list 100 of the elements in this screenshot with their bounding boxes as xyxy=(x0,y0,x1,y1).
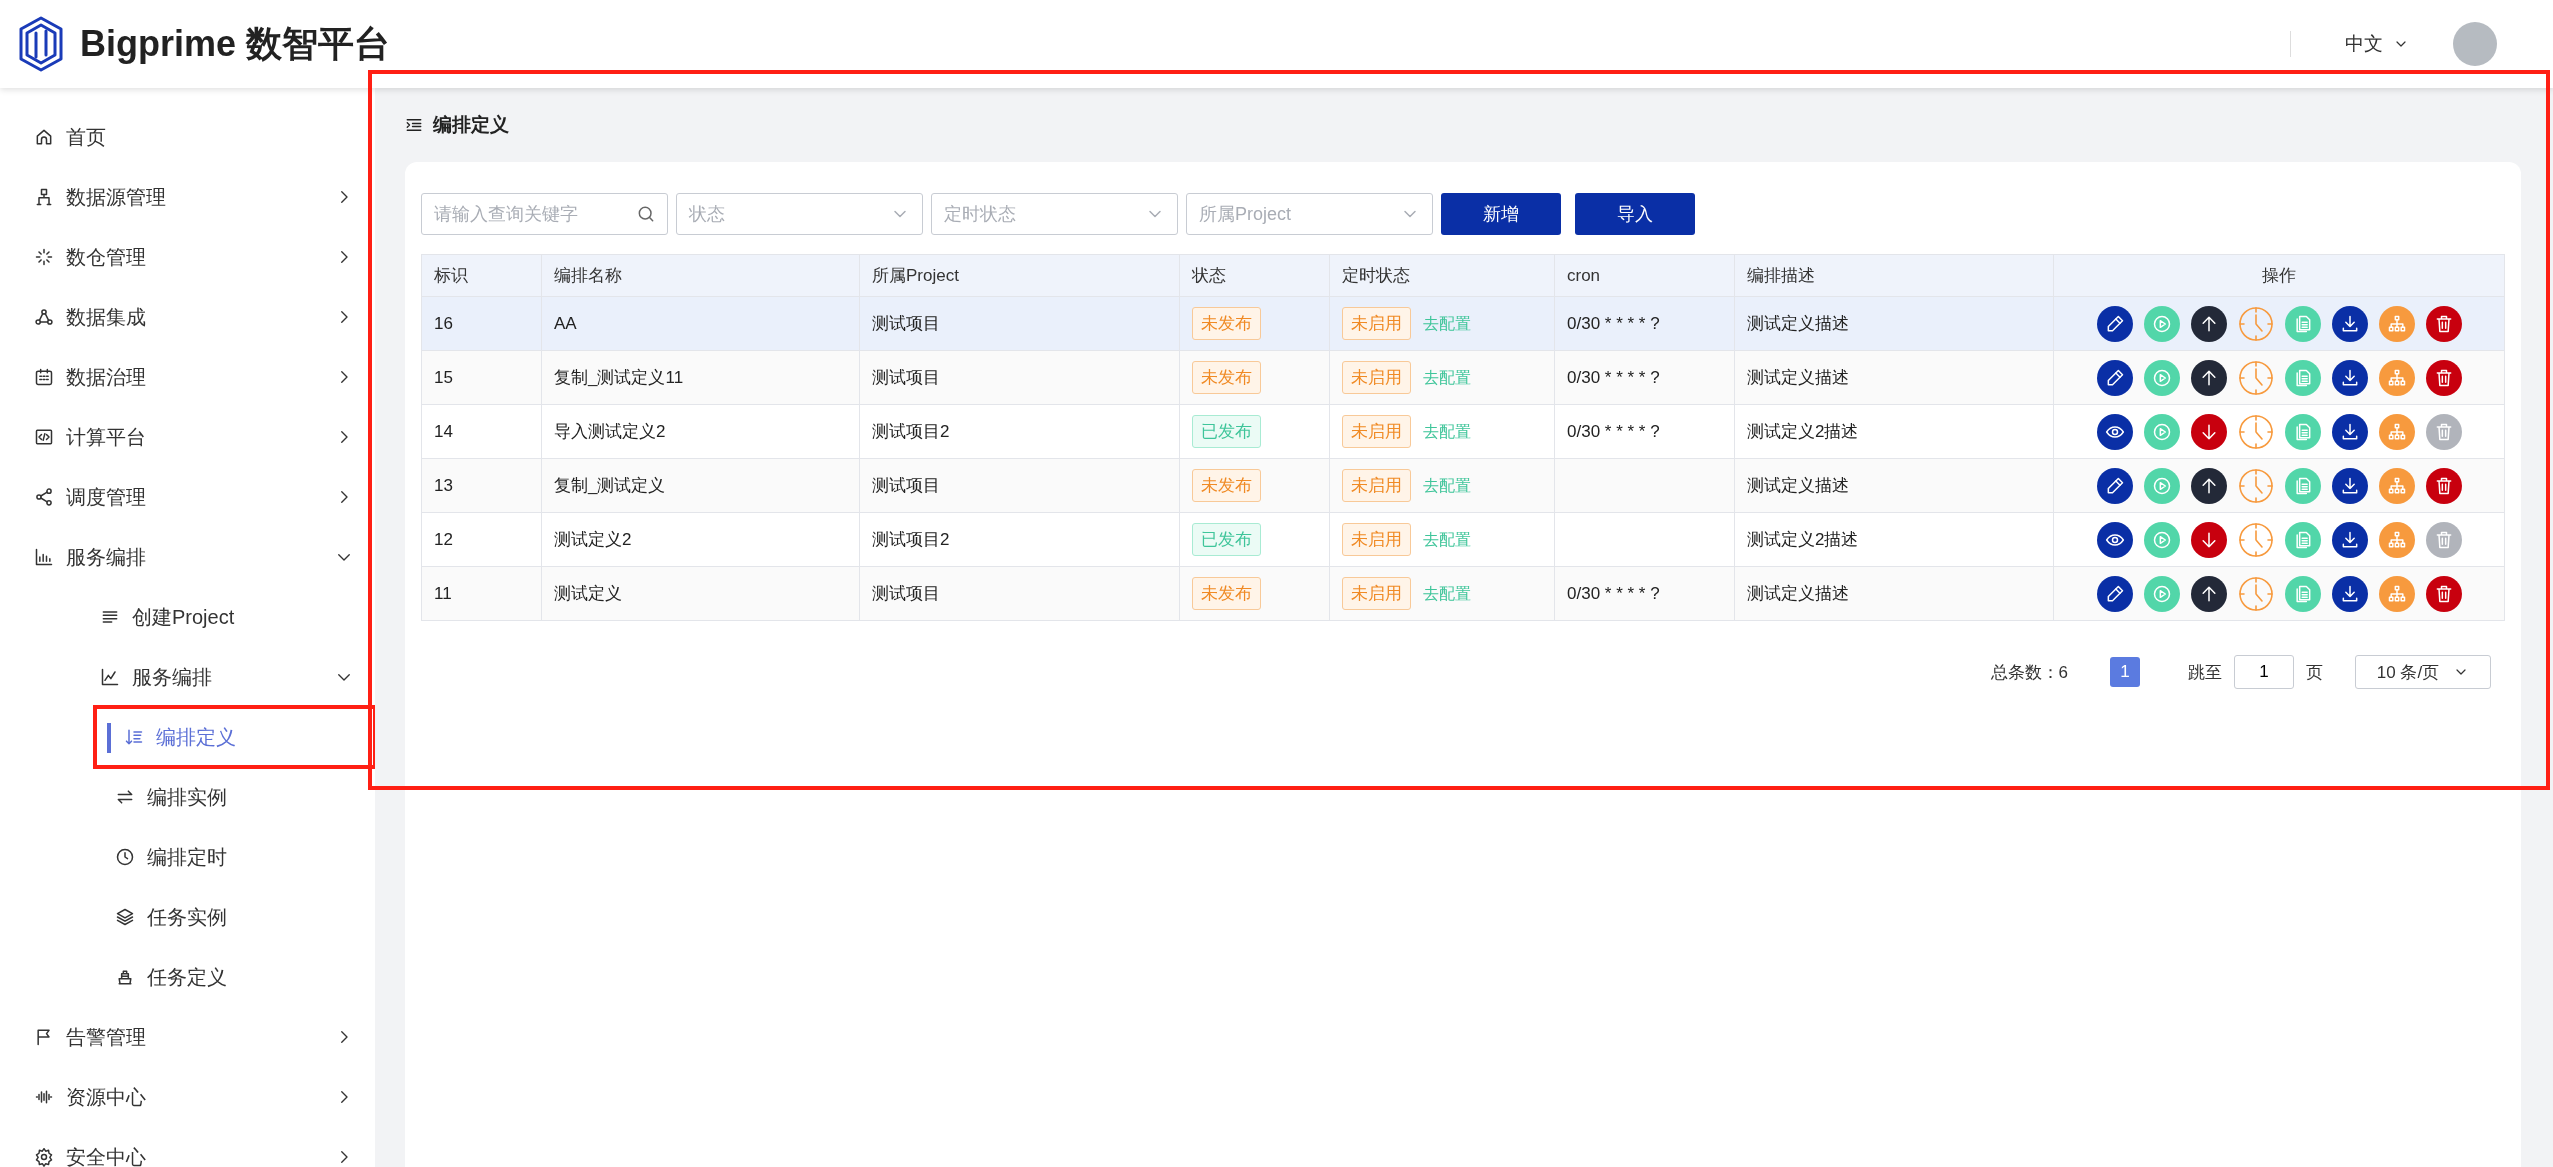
run-button[interactable] xyxy=(2143,467,2180,504)
delete-button[interactable] xyxy=(2425,305,2462,342)
lineage-button[interactable] xyxy=(2378,359,2415,396)
schedule-button[interactable] xyxy=(2237,521,2274,558)
menu-item[interactable]: 创建Project xyxy=(0,587,375,647)
status-tag: 未发布 xyxy=(1192,577,1261,610)
share-icon xyxy=(34,487,54,507)
table-cell: 测试定义2 xyxy=(541,512,860,567)
menu-item[interactable]: 任务实例 xyxy=(0,887,375,947)
menu-item[interactable]: 计算平台 xyxy=(0,407,375,467)
menu-item[interactable]: 编排实例 xyxy=(0,767,375,827)
hierarchy-icon xyxy=(2386,529,2407,550)
edit-button[interactable] xyxy=(2096,305,2133,342)
page-title: 编排定义 xyxy=(433,113,509,137)
table-cell: 测试项目 xyxy=(859,350,1180,405)
copy-button[interactable] xyxy=(2284,521,2321,558)
lineage-button[interactable] xyxy=(2378,413,2415,450)
play-icon xyxy=(2151,475,2172,496)
menu-item[interactable]: 服务编排 xyxy=(0,647,375,707)
menu-item[interactable]: 告警管理 xyxy=(0,1007,375,1067)
table-cell: 12 xyxy=(421,512,542,567)
page-input[interactable]: 1 xyxy=(2234,655,2294,689)
table-cell: 11 xyxy=(421,566,542,621)
page-unit-label: 页 xyxy=(2306,661,2323,684)
play-icon xyxy=(2151,529,2172,550)
copy-button[interactable] xyxy=(2284,467,2321,504)
schedule-button[interactable] xyxy=(2237,575,2274,612)
menu-item[interactable]: 数仓管理 xyxy=(0,227,375,287)
table-cell: 测试项目2 xyxy=(859,512,1180,567)
table-cell: 测试项目2 xyxy=(859,404,1180,459)
delete-button[interactable] xyxy=(2425,467,2462,504)
schedule-button[interactable] xyxy=(2237,413,2274,450)
export-button[interactable] xyxy=(2331,575,2368,612)
table-cell: 复制_测试定义11 xyxy=(541,350,860,405)
copy-button[interactable] xyxy=(2284,305,2321,342)
table-cell: 导入测试定义2 xyxy=(541,404,860,459)
export-button[interactable] xyxy=(2331,521,2368,558)
schedule-button[interactable] xyxy=(2237,467,2274,504)
delete-button[interactable] xyxy=(2425,359,2462,396)
view-button[interactable] xyxy=(2096,413,2133,450)
menu-item[interactable]: 服务编排 xyxy=(0,527,375,587)
menu-item[interactable]: 任务定义 xyxy=(0,947,375,1007)
schedule-button[interactable] xyxy=(2237,359,2274,396)
lineage-button[interactable] xyxy=(2378,467,2415,504)
schedule-button[interactable] xyxy=(2237,305,2274,342)
lineage-button[interactable] xyxy=(2378,305,2415,342)
menu-item[interactable]: 安全中心 xyxy=(0,1127,375,1167)
page-button[interactable]: 1 xyxy=(2110,657,2140,687)
add-button[interactable]: 新增 xyxy=(1441,193,1561,235)
triangle-nodes-icon xyxy=(34,307,54,327)
publish-button[interactable] xyxy=(2190,359,2227,396)
export-button[interactable] xyxy=(2331,467,2368,504)
menu-item[interactable]: 编排定义 xyxy=(0,707,375,767)
copy-button[interactable] xyxy=(2284,413,2321,450)
menu-item[interactable]: 数据源管理 xyxy=(0,167,375,227)
menu-item[interactable]: 首页 xyxy=(0,107,375,167)
language-selector[interactable]: 中文 xyxy=(2339,30,2415,58)
import-button[interactable]: 导入 xyxy=(1575,193,1695,235)
menu-item[interactable]: 编排定时 xyxy=(0,827,375,887)
clock-icon xyxy=(2237,305,2274,342)
column-header: 操作 xyxy=(2053,254,2505,297)
publish-button[interactable] xyxy=(2190,467,2227,504)
lineage-button[interactable] xyxy=(2378,521,2415,558)
column-header: 定时状态 xyxy=(1329,254,1555,297)
view-button[interactable] xyxy=(2096,521,2133,558)
table-cell: 0/30 * * * * ? xyxy=(1554,296,1735,351)
export-button[interactable] xyxy=(2331,305,2368,342)
menu-item[interactable]: 数据治理 xyxy=(0,347,375,407)
run-button[interactable] xyxy=(2143,575,2180,612)
schedule-tag: 未启用 xyxy=(1342,469,1411,502)
menu-item[interactable]: 资源中心 xyxy=(0,1067,375,1127)
delete-button[interactable] xyxy=(2425,575,2462,612)
edit-button[interactable] xyxy=(2096,575,2133,612)
publish-button[interactable] xyxy=(2190,305,2227,342)
user-avatar[interactable] xyxy=(2453,22,2497,66)
lineage-button[interactable] xyxy=(2378,575,2415,612)
unpublish-button[interactable] xyxy=(2190,413,2227,450)
copy-button[interactable] xyxy=(2284,575,2321,612)
menu-item[interactable]: 调度管理 xyxy=(0,467,375,527)
clock-icon xyxy=(2237,413,2274,450)
search-field[interactable]: 请输入查询关键字 xyxy=(421,193,668,235)
run-button[interactable] xyxy=(2143,521,2180,558)
export-button[interactable] xyxy=(2331,359,2368,396)
run-button[interactable] xyxy=(2143,359,2180,396)
menu-item[interactable]: 数据集成 xyxy=(0,287,375,347)
run-button[interactable] xyxy=(2143,413,2180,450)
edit-button[interactable] xyxy=(2096,359,2133,396)
publish-button[interactable] xyxy=(2190,575,2227,612)
export-button[interactable] xyxy=(2331,413,2368,450)
status-tag: 未发布 xyxy=(1192,469,1261,502)
table-cell: 测试定义 xyxy=(541,566,860,621)
edit-button[interactable] xyxy=(2096,467,2133,504)
page-size-select[interactable]: 10 条/页 xyxy=(2355,655,2491,689)
copy-button[interactable] xyxy=(2284,359,2321,396)
run-button[interactable] xyxy=(2143,305,2180,342)
unpublish-button[interactable] xyxy=(2190,521,2227,558)
column-header: 所属Project xyxy=(859,254,1180,297)
clock-icon xyxy=(2237,467,2274,504)
status-tag: 未发布 xyxy=(1192,307,1261,340)
hierarchy-icon xyxy=(2386,475,2407,496)
